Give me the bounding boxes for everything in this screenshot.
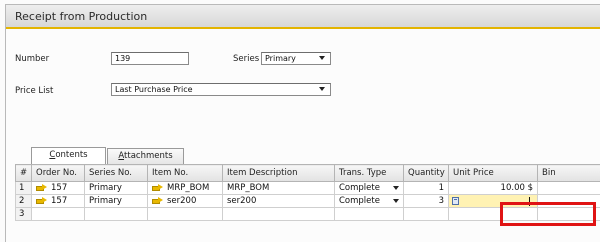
order-no-cell[interactable] — [31, 207, 85, 221]
series-label: Series — [233, 54, 260, 64]
receipt-window: Receipt from Production Number 139 Serie… — [5, 4, 600, 242]
window-title: Receipt from Production — [6, 5, 600, 29]
series-no-cell[interactable] — [84, 207, 148, 221]
item-no-value: MRP_BOM — [167, 183, 210, 193]
number-label: Number — [15, 54, 50, 64]
row-number[interactable]: 3 — [15, 207, 32, 221]
column-header-trans-type[interactable]: Trans. Type — [334, 164, 404, 182]
item-no-cell[interactable]: MRP_BOM — [147, 181, 223, 195]
tab-attachments-label: ttachments — [124, 151, 173, 161]
column-header-item-description[interactable]: Item Description — [222, 164, 335, 182]
column-header-unit-price[interactable]: Unit Price — [448, 164, 538, 182]
orange-link-arrow-icon[interactable] — [36, 197, 47, 204]
trans-type-value: Complete — [339, 183, 380, 193]
column-header-bin[interactable]: Bin — [537, 164, 600, 182]
row-number[interactable]: 2 — [15, 194, 32, 208]
row-number[interactable]: 1 — [15, 181, 32, 195]
item-description-cell[interactable]: MRP_BOM — [222, 181, 335, 195]
order-no-cell[interactable]: 157 — [31, 181, 85, 195]
column-header-quantity[interactable]: Quantity — [403, 164, 449, 182]
series-no-cell[interactable]: Primary — [84, 181, 148, 195]
tab-contents-label: ontents — [55, 150, 88, 160]
tab-attachments[interactable]: Attachments — [107, 148, 184, 164]
orange-link-arrow-icon[interactable] — [36, 184, 47, 191]
column-header-number[interactable]: # — [15, 164, 32, 182]
price-list-label: Price List — [15, 86, 54, 96]
order-no-value: 157 — [51, 196, 68, 206]
price-list-select-value: Last Purchase Price — [115, 85, 193, 94]
column-header-item-no[interactable]: Item No. — [147, 164, 223, 182]
trans-type-cell[interactable] — [334, 207, 404, 221]
quantity-cell[interactable] — [403, 207, 449, 221]
orange-link-arrow-icon[interactable] — [152, 197, 163, 204]
grid-header-row: # Order No. Series No. Item No. Item Des… — [15, 164, 600, 182]
highlight-box — [500, 202, 596, 226]
trans-type-select[interactable]: Complete — [334, 194, 404, 208]
chevron-down-icon[interactable] — [393, 186, 399, 190]
column-header-order-no[interactable]: Order No. — [31, 164, 85, 182]
order-no-value: 157 — [51, 183, 68, 193]
chevron-down-icon — [319, 87, 325, 91]
table-row[interactable]: 1 157 Primary MRP_BOM MRP_BOM Complete 1… — [15, 181, 600, 195]
unit-price-cell[interactable]: 10.00 $ — [448, 181, 538, 195]
chevron-down-icon[interactable] — [393, 199, 399, 203]
column-header-series-no[interactable]: Series No. — [84, 164, 148, 182]
series-no-cell[interactable]: Primary — [84, 194, 148, 208]
series-select-value: Primary — [265, 54, 296, 63]
quantity-cell[interactable]: 1 — [403, 181, 449, 195]
item-no-cell[interactable] — [147, 207, 223, 221]
chevron-down-icon — [319, 56, 325, 60]
item-no-value: ser200 — [167, 196, 197, 206]
item-no-cell[interactable]: ser200 — [147, 194, 223, 208]
price-list-select[interactable]: Last Purchase Price — [111, 83, 331, 96]
series-select[interactable]: Primary — [261, 52, 331, 65]
trans-type-value: Complete — [339, 196, 380, 206]
item-description-cell[interactable] — [222, 207, 335, 221]
number-field[interactable]: 139 — [111, 52, 189, 65]
order-no-cell[interactable]: 157 — [31, 194, 85, 208]
tab-contents[interactable]: Contents — [31, 147, 106, 164]
orange-link-arrow-icon[interactable] — [152, 184, 163, 191]
trans-type-select[interactable]: Complete — [334, 181, 404, 195]
item-description-cell[interactable]: ser200 — [222, 194, 335, 208]
bin-cell[interactable] — [537, 181, 600, 195]
calculator-icon[interactable] — [452, 197, 459, 205]
quantity-cell[interactable]: 3 — [403, 194, 449, 208]
